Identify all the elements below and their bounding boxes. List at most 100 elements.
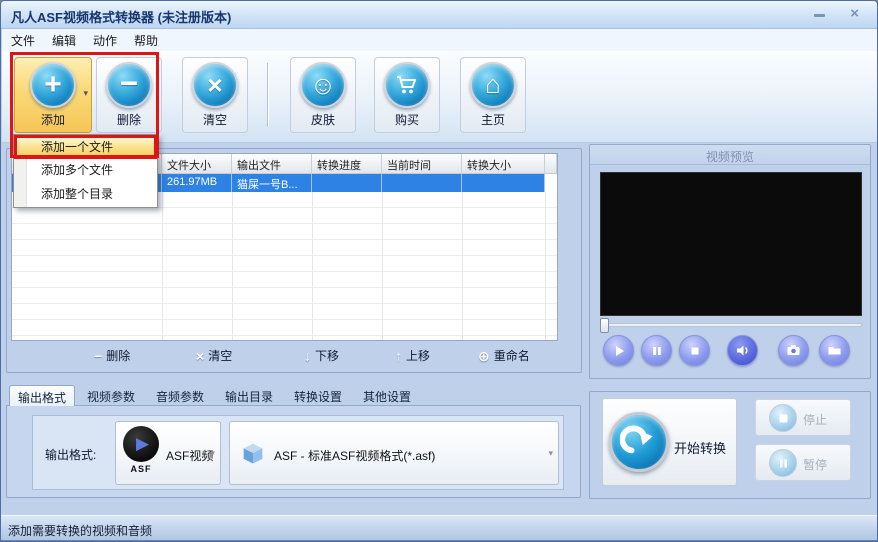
smiley-icon: ☺: [300, 62, 346, 108]
minus-icon: −: [94, 347, 103, 364]
down-arrow-icon: ↓: [304, 347, 311, 364]
camera-icon: [787, 345, 800, 355]
stop-convert-label: 停止: [803, 413, 828, 427]
skin-button[interactable]: ☺ 皮肤: [290, 57, 356, 133]
minimize-icon[interactable]: [814, 14, 825, 17]
buy-button[interactable]: 购买: [374, 57, 440, 133]
title-bar: 凡人ASF视频格式转换器 (未注册版本) ×: [1, 1, 877, 29]
up-arrow-icon: ↑: [395, 347, 402, 364]
cell-file-size: 261.97MB: [162, 174, 232, 192]
menu-item-add-one-file[interactable]: 添加一个文件: [14, 135, 157, 159]
column-line: [382, 192, 383, 340]
empty-row: [12, 240, 557, 256]
empty-row: [12, 208, 557, 224]
play-button[interactable]: [603, 335, 634, 366]
menu-file[interactable]: 文件: [11, 32, 35, 49]
delete-button-label: 删除: [116, 113, 141, 127]
pause-button[interactable]: [641, 335, 672, 366]
start-convert-button[interactable]: 开始转换: [602, 398, 737, 486]
preview-title: 视频预览: [590, 145, 870, 165]
output-format-label: 输出格式:: [45, 448, 97, 462]
skin-button-label: 皮肤: [310, 113, 335, 127]
profile-select[interactable]: ASF - 标准ASF视频格式(*.asf) ▾: [229, 421, 559, 485]
menu-item-add-multiple-files[interactable]: 添加多个文件: [14, 159, 157, 183]
status-text: 添加需要转换的视频和音频: [8, 524, 153, 538]
seek-slider-thumb[interactable]: [600, 318, 609, 333]
empty-row: [12, 320, 557, 336]
table-action-bar: − 删除 × 清空 ↓ 下移 ↑ 上移 ⊕ 重命名: [11, 347, 558, 369]
snapshot-button[interactable]: [778, 335, 809, 366]
empty-row: [12, 304, 557, 320]
action-delete[interactable]: − 删除: [94, 347, 130, 364]
column-line: [312, 192, 313, 340]
pause-convert-button[interactable]: 暂停: [755, 444, 851, 481]
menu-bar: 文件 编辑 动作 帮助: [2, 29, 877, 51]
clear-icon: ×: [192, 62, 238, 108]
menu-edit[interactable]: 编辑: [52, 32, 76, 49]
pause-icon: [652, 346, 661, 355]
add-button-label: 添加: [40, 113, 65, 127]
tab-video-params[interactable]: 视频参数: [78, 385, 144, 405]
empty-row: [12, 256, 557, 272]
clear-button-label: 清空: [202, 113, 227, 127]
menu-action[interactable]: 动作: [93, 32, 117, 49]
cell-gutter: [545, 174, 557, 192]
format-select[interactable]: ▶ ASF ASF视频 ▾: [115, 421, 221, 485]
chevron-down-icon: ▾: [548, 448, 553, 458]
toolbar: + 添加 ▾ − 删除 × 清空 ☺ 皮肤 购买 ⌂ 主页: [2, 51, 877, 143]
column-header-progress[interactable]: 转换进度: [312, 154, 382, 173]
start-convert-label: 开始转换: [674, 441, 727, 456]
column-line: [162, 192, 163, 340]
seek-slider[interactable]: [600, 318, 862, 333]
tab-content-output-format: 输出格式: ▶ ASF ASF视频 ▾ ASF - 标准ASF视频格式(*.as…: [6, 405, 581, 498]
convert-panel: 开始转换 停止 暂停: [589, 391, 871, 499]
toolbar-separator: [267, 63, 268, 127]
tab-convert-settings[interactable]: 转换设置: [285, 385, 351, 405]
menu-help[interactable]: 帮助: [134, 32, 158, 49]
add-button[interactable]: + 添加 ▾: [14, 57, 92, 133]
add-dropdown-arrow-icon[interactable]: ▾: [83, 88, 88, 99]
clear-button[interactable]: × 清空: [182, 57, 248, 133]
home-button[interactable]: ⌂ 主页: [460, 57, 526, 133]
tab-output-format[interactable]: 输出格式: [9, 385, 75, 406]
stop-convert-button[interactable]: 停止: [755, 399, 851, 436]
action-move-down[interactable]: ↓ 下移: [304, 347, 339, 364]
play-icon: [615, 345, 624, 356]
column-header-output-file[interactable]: 输出文件: [232, 154, 312, 173]
stop-icon: [691, 347, 698, 354]
settings-tabs: 输出格式 视频参数 音频参数 输出目录 转换设置 其他设置: [9, 385, 420, 406]
package-icon: [239, 439, 267, 472]
format-select-value: ASF视频: [166, 449, 214, 463]
volume-button[interactable]: [727, 335, 758, 366]
tab-audio-params[interactable]: 音频参数: [147, 385, 213, 405]
profile-select-value: ASF - 标准ASF视频格式(*.asf): [274, 449, 436, 463]
column-header-file-size[interactable]: 文件大小: [162, 154, 232, 173]
tab-other-settings[interactable]: 其他设置: [354, 385, 420, 405]
delete-icon: −: [106, 62, 152, 108]
cell-current-time: [382, 174, 462, 192]
column-header-converted-size[interactable]: 转换大小: [462, 154, 545, 173]
column-line: [232, 192, 233, 340]
column-line: [545, 192, 546, 340]
action-move-up[interactable]: ↑ 上移: [395, 347, 430, 364]
speaker-icon: [737, 345, 748, 356]
add-icon: +: [30, 62, 76, 108]
action-rename[interactable]: ⊕ 重命名: [478, 347, 530, 364]
column-header-gutter: [545, 154, 557, 173]
delete-button[interactable]: − 删除: [96, 57, 162, 133]
tab-output-dir[interactable]: 输出目录: [216, 385, 282, 405]
open-folder-button[interactable]: [819, 335, 850, 366]
action-clear[interactable]: × 清空: [196, 347, 232, 364]
action-clear-label: 清空: [208, 349, 233, 363]
stop-button[interactable]: [679, 335, 710, 366]
empty-row: [12, 224, 557, 240]
close-icon[interactable]: ×: [850, 5, 859, 22]
output-format-box: 输出格式: ▶ ASF ASF视频 ▾ ASF - 标准ASF视频格式(*.as…: [32, 415, 564, 490]
add-dropdown-menu: 添加一个文件 添加多个文件 添加整个目录: [13, 134, 158, 208]
cell-output-file: 猫屎一号B...: [232, 174, 312, 192]
empty-row: [12, 288, 557, 304]
menu-item-add-directory[interactable]: 添加整个目录: [14, 183, 157, 207]
column-header-current-time[interactable]: 当前时间: [382, 154, 462, 173]
home-icon: ⌂: [470, 62, 516, 108]
action-move-down-label: 下移: [315, 349, 340, 363]
